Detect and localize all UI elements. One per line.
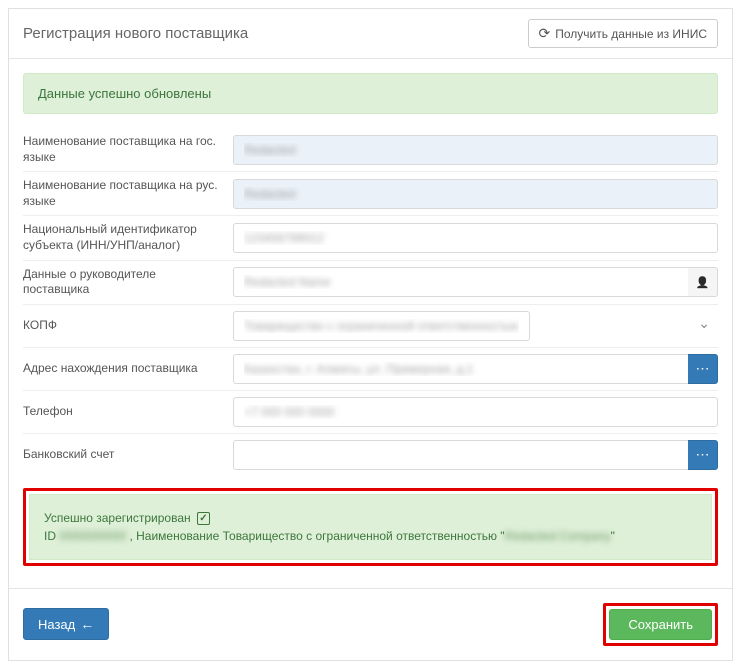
input-name-gov[interactable] — [233, 135, 718, 165]
label-kopf: КОПФ — [23, 318, 233, 334]
label-nat-id: Национальный идентификатор субъекта (ИНН… — [23, 222, 233, 253]
back-label: Назад — [38, 617, 75, 632]
back-button[interactable]: Назад — [23, 608, 109, 640]
save-highlight: Сохранить — [603, 603, 718, 646]
input-bank[interactable] — [233, 440, 688, 470]
user-icon — [696, 275, 710, 289]
label-bank: Банковский счет — [23, 447, 233, 463]
input-head[interactable] — [233, 267, 688, 297]
user-icon-addon — [688, 267, 718, 297]
arrow-left-icon — [80, 616, 94, 632]
input-name-rus[interactable] — [233, 179, 718, 209]
result-highlight: Успешно зарегистрирован ID 0000000000 , … — [23, 488, 718, 566]
label-name-gov: Наименование поставщика на гос. языке — [23, 134, 233, 165]
bank-more-button[interactable] — [688, 440, 718, 470]
result-id-label: ID — [44, 529, 56, 543]
label-name-rus: Наименование поставщика на рус. языке — [23, 178, 233, 209]
input-phone[interactable] — [233, 397, 718, 427]
result-company-name: Redacted Company — [505, 529, 611, 543]
save-button[interactable]: Сохранить — [609, 609, 712, 640]
input-address[interactable] — [233, 354, 688, 384]
label-head: Данные о руководителе поставщика — [23, 267, 233, 298]
select-kopf[interactable]: Товарищество с ограниченной ответственно… — [233, 311, 530, 341]
result-mid: , Наименование Товарищество с ограниченн… — [129, 529, 504, 543]
label-address: Адрес нахождения поставщика — [23, 361, 233, 377]
alert-updated: Данные успешно обновлены — [23, 73, 718, 114]
refresh-icon — [539, 25, 551, 42]
page-title: Регистрация нового поставщика — [23, 25, 248, 42]
refresh-inis-label: Получить данные из ИНИС — [555, 27, 707, 41]
input-nat-id[interactable] — [233, 223, 718, 253]
result-id-value: 0000000000 — [59, 529, 126, 543]
address-more-button[interactable] — [688, 354, 718, 384]
result-suffix: " — [611, 529, 615, 543]
registration-result: Успешно зарегистрирован ID 0000000000 , … — [29, 494, 712, 560]
refresh-inis-button[interactable]: Получить данные из ИНИС — [528, 19, 719, 48]
label-phone: Телефон — [23, 404, 233, 420]
dots-icon — [696, 360, 710, 377]
dots-icon — [696, 446, 710, 463]
check-icon — [197, 512, 210, 525]
result-line1: Успешно зарегистрирован — [44, 511, 191, 525]
